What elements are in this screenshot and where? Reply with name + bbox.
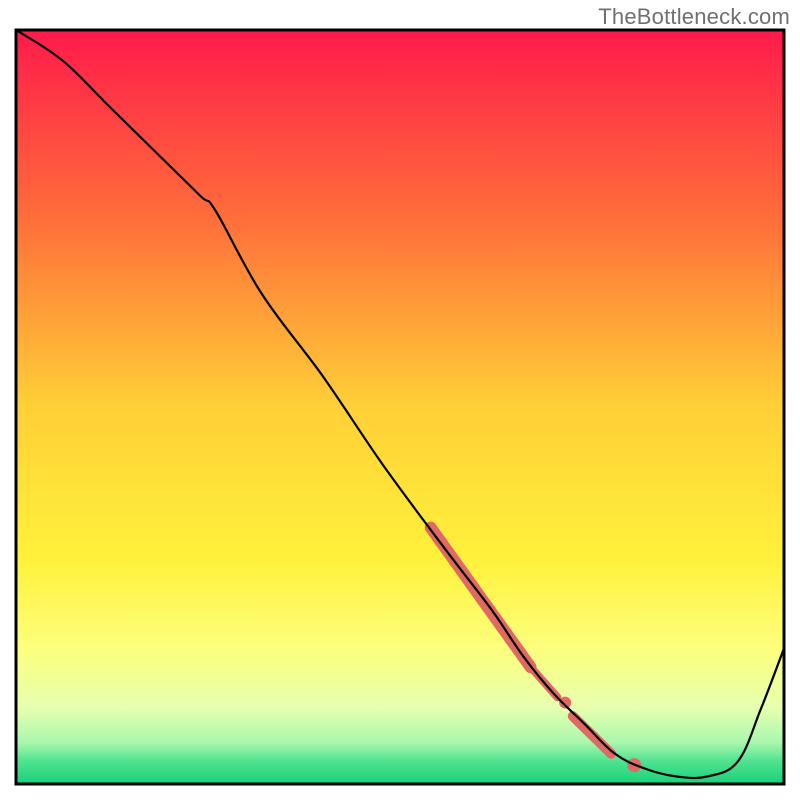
gradient-background [16, 30, 784, 784]
watermark-label: TheBottleneck.com [598, 4, 790, 30]
bottleneck-chart [0, 0, 800, 800]
chart-container: TheBottleneck.com [0, 0, 800, 800]
